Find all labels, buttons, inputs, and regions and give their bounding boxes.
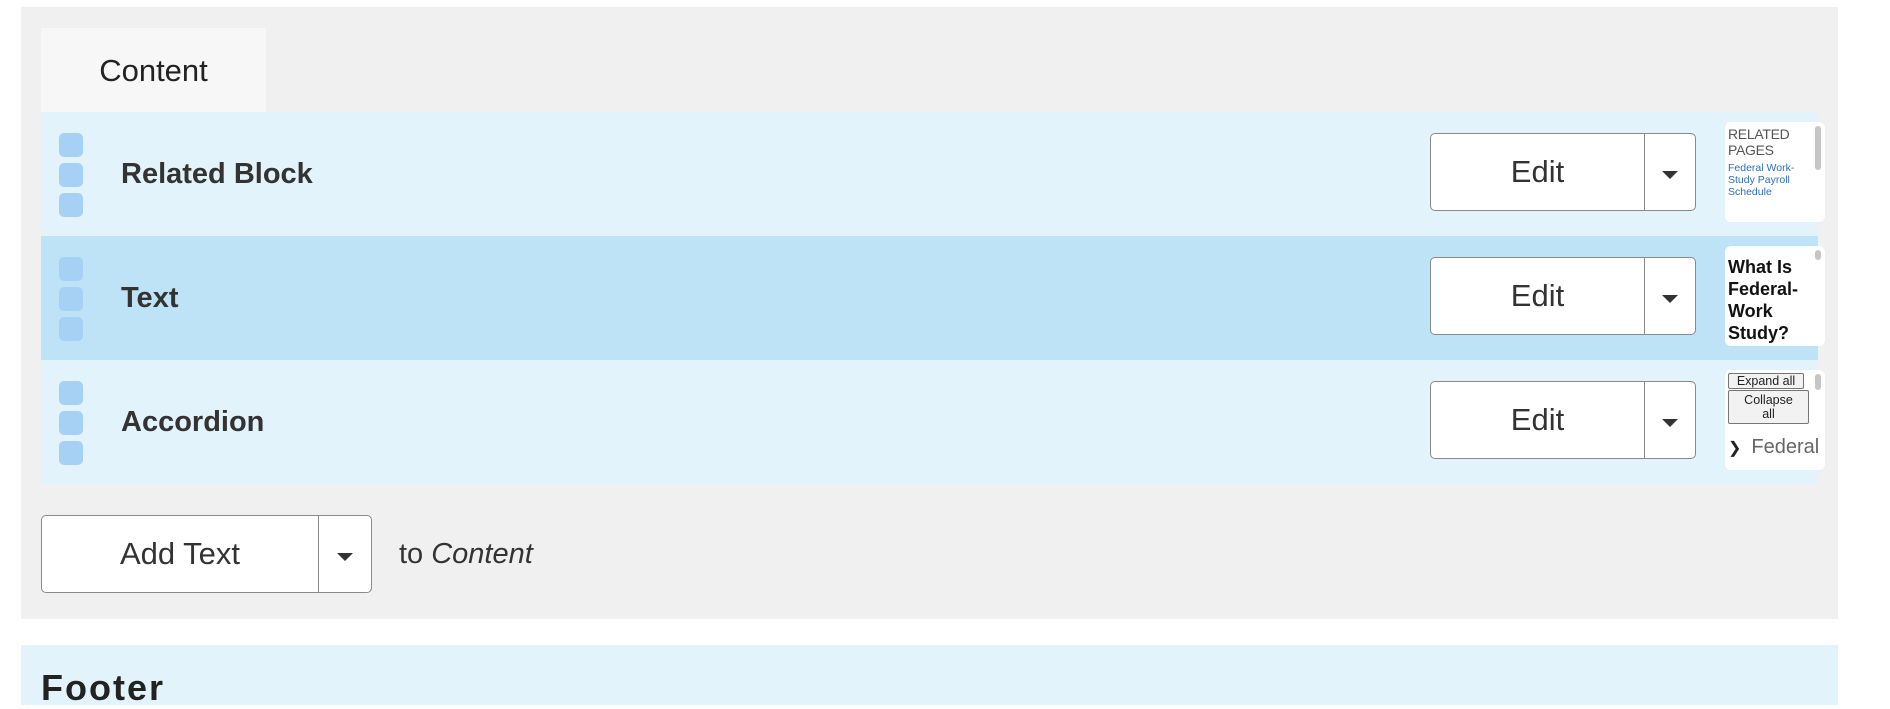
collapse-all-button[interactable]: Collapse all [1728,390,1809,424]
preview-scrollbar[interactable] [1815,374,1821,390]
preview-scrollbar[interactable] [1815,126,1821,170]
block-label: Related Block [121,157,313,190]
chevron-right-icon: ❯ [1728,440,1742,457]
preview-link: Federal Work-Study Payroll Schedule [1728,162,1795,198]
tab-content[interactable]: Content [41,28,266,114]
drag-handle-icon[interactable] [59,381,83,465]
edit-dropdown-toggle[interactable] [1645,134,1695,210]
edit-split-button: Edit [1430,133,1696,211]
to-prefix: to [399,537,424,570]
accordion-item[interactable]: ❯ Federal [1728,436,1825,459]
edit-split-button: Edit [1430,257,1696,335]
block-row-related: Related Block Edit RELATED PAGES Federal… [41,112,1825,236]
edit-dropdown-toggle[interactable] [1645,258,1695,334]
caret-down-icon [1662,171,1678,179]
add-text-button[interactable]: Add Text [42,516,319,592]
edit-dropdown-toggle[interactable] [1645,382,1695,458]
expand-all-button[interactable]: Expand all [1728,373,1804,389]
block-row-text: Text Edit What Is Federal-Work Study? [41,236,1825,360]
preview-scrollbar[interactable] [1815,250,1821,260]
block-row-accordion: Accordion Edit Expand all Collapse all ❯… [41,360,1825,484]
edit-split-button: Edit [1430,381,1696,459]
caret-down-icon [1662,419,1678,427]
preview-heading: RELATED PAGES [1728,126,1790,158]
edit-button[interactable]: Edit [1431,382,1645,458]
block-preview[interactable]: RELATED PAGES Federal Work-Study Payroll… [1725,122,1825,222]
edit-button[interactable]: Edit [1431,134,1645,210]
block-label: Accordion [121,405,265,438]
block-preview[interactable]: What Is Federal-Work Study? [1725,246,1825,346]
caret-down-icon [337,553,353,561]
drag-handle-icon[interactable] [59,133,83,217]
preview-text: What Is Federal-Work Study? [1728,257,1799,343]
block-preview[interactable]: Expand all Collapse all ❯ Federal [1725,370,1825,470]
add-dropdown-toggle[interactable] [319,516,371,592]
add-target-text: to Content [399,515,533,593]
add-block-split-button: Add Text [41,515,372,593]
caret-down-icon [1662,295,1678,303]
footer-title: Footer [41,667,165,708]
edit-button[interactable]: Edit [1431,258,1645,334]
to-target: Content [431,537,533,570]
content-region-panel: Content Related Block Edit RELATED PAGES… [21,7,1838,619]
drag-handle-icon[interactable] [59,257,83,341]
accordion-item-label: Federal [1751,436,1820,458]
footer-region: Footer [21,645,1838,708]
block-label: Text [121,281,179,314]
